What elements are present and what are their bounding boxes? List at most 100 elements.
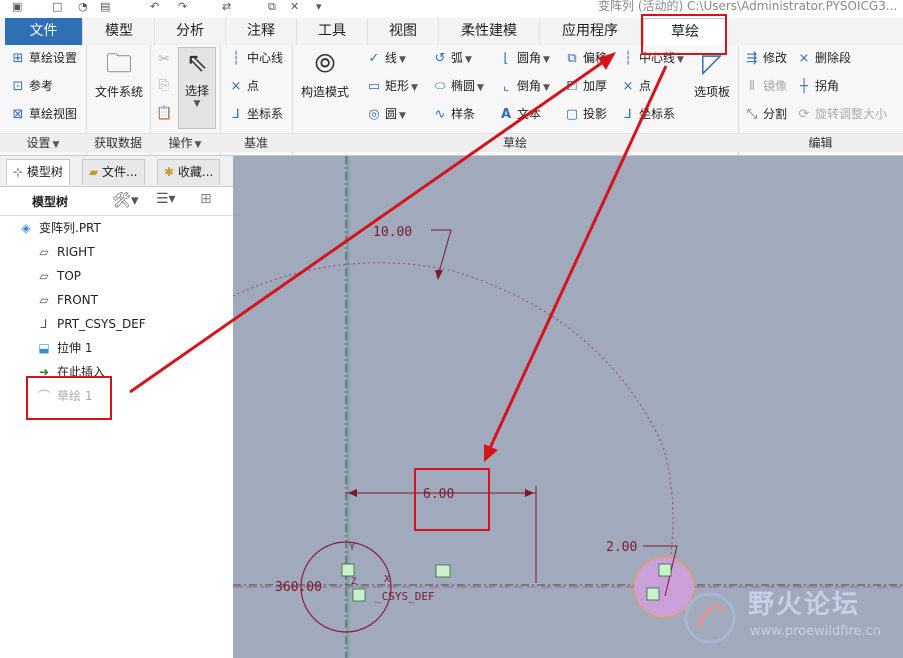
thicken-button[interactable]: ⧠ 加厚	[564, 76, 607, 96]
chamfer-icon: ⌞	[502, 79, 510, 94]
delete-segment-button[interactable]: ⨯ 删除段	[796, 48, 851, 68]
cursor-arrow-icon: ⇖	[186, 48, 208, 78]
modify-button[interactable]: ⇶ 修改	[744, 48, 787, 68]
rectangle-button[interactable]: ▭ 矩形 ▼	[366, 76, 418, 96]
project-icon: ▢	[565, 107, 579, 122]
palette-button[interactable]: ◸ 选项板	[690, 49, 734, 100]
chamfer-button[interactable]: ⌞ 倒角 ▼	[498, 76, 550, 96]
part-icon: ◈	[21, 221, 31, 235]
group-label-sketch: 草绘	[292, 133, 738, 152]
tree-item-top[interactable]: ▱ TOP	[36, 265, 81, 287]
constraint-icon-4[interactable]	[658, 563, 672, 577]
redo-icon[interactable]: ↷	[178, 0, 187, 13]
datum-centerline-button[interactable]: ┆ 中心线	[228, 48, 283, 68]
csys-icon: ⅃	[40, 317, 48, 331]
ribbon-tabs: 文件 模型 分析 注释 工具 视图 柔性建模 应用程序 草绘	[0, 18, 903, 47]
text-button[interactable]: A 文本	[498, 104, 541, 124]
select-button[interactable]: ⇖ 选择 ▼	[178, 47, 216, 129]
tab-tools[interactable]: 工具	[297, 18, 368, 45]
construction-mode-button[interactable]: ⦾ 构造模式	[296, 49, 354, 100]
tree-item-extrude[interactable]: ⬓ 拉伸 1	[36, 337, 92, 359]
sketch-csys-button[interactable]: ⅃ 坐标系	[620, 104, 675, 124]
arc-button[interactable]: ↺ 弧 ▼	[432, 48, 472, 68]
ellipse-icon: ⬭	[434, 79, 446, 94]
regenerate-icon[interactable]: ⇄	[222, 0, 231, 13]
cut-icon[interactable]: ✂	[156, 49, 175, 69]
group-label-operations[interactable]: 操作 ▼	[150, 133, 220, 152]
divide-button[interactable]: ⤡ 分割	[744, 104, 787, 124]
offset-icon: ⧉	[567, 51, 577, 66]
ellipse-button[interactable]: ⬭ 椭圆 ▼	[432, 76, 484, 96]
sketch-setup-icon: ⊞	[12, 51, 24, 66]
highlight-sketch-tab	[641, 14, 727, 55]
title-bar: ▣ □ ◔ ▤ ↶ ↷ ⇄ ⧉ ✕ ▾ 变阵列 (活动的) C:\Users\A…	[0, 0, 903, 19]
new-icon[interactable]: □	[52, 0, 62, 13]
tab-model-tree[interactable]: ⊹ 模型树	[6, 159, 70, 185]
fillet-button[interactable]: ⌊ 圆角 ▼	[498, 48, 549, 68]
file-system-button[interactable]: 🗀 文件系统	[90, 49, 148, 100]
copy-icon[interactable]: ⎘	[156, 75, 175, 95]
tab-applications[interactable]: 应用程序	[540, 18, 641, 45]
circle-button[interactable]: ◎ 圆 ▼	[366, 104, 406, 124]
tab-favorites[interactable]: ✱ 收藏...	[157, 159, 221, 185]
tab-folder-browser[interactable]: ▰ 文件...	[82, 159, 145, 185]
references-button[interactable]: ⊡ 参考	[10, 76, 53, 96]
constraint-icon-2[interactable]	[352, 588, 366, 602]
constraint-icon-5[interactable]	[646, 587, 660, 601]
sketch-point-button[interactable]: × 点	[620, 76, 651, 96]
paste-icon[interactable]: 📋	[156, 103, 175, 123]
csys-label: _CSYS_DEF	[375, 590, 435, 603]
constraint-icon-3[interactable]	[435, 564, 451, 578]
spline-icon: ∿	[434, 107, 446, 122]
tab-annotate[interactable]: 注释	[226, 18, 297, 45]
tab-flexible-modeling[interactable]: 柔性建模	[439, 18, 540, 45]
highlight-sketch-node	[26, 376, 112, 420]
tree-item-part[interactable]: ◈ 变阵列.PRT	[18, 217, 100, 239]
offset-button[interactable]: ⧉ 偏移	[564, 48, 607, 68]
centerline-icon: ┆	[232, 51, 240, 66]
rotate-resize-button[interactable]: ⟳ 旋转调整大小	[796, 104, 887, 124]
dim-radius-10[interactable]: 10.00	[373, 225, 412, 240]
tree-item-csys[interactable]: ⅃ PRT_CSYS_DEF	[36, 313, 146, 335]
group-label-get-data: 获取数据	[86, 133, 150, 152]
fillet-icon: ⌊	[503, 51, 509, 66]
show-list-icon[interactable]: ☰▾	[156, 191, 176, 207]
datum-csys-button[interactable]: ⅃ 坐标系	[228, 104, 283, 124]
mirror-icon: ⫴	[749, 79, 755, 94]
undo-icon[interactable]: ↶	[150, 0, 159, 13]
constraint-icon-1[interactable]	[341, 563, 355, 577]
group-datum: ┆ 中心线 × 点 ⅃ 坐标系 基准	[220, 45, 293, 155]
app-icon: ▣	[12, 0, 23, 13]
tab-file[interactable]: 文件	[5, 18, 83, 45]
thicken-icon: ⧠	[566, 79, 578, 94]
tree-item-right[interactable]: ▱ RIGHT	[36, 241, 94, 263]
plane-icon: ▱	[39, 245, 49, 259]
spline-button[interactable]: ∿ 样条	[432, 104, 475, 124]
tab-analysis[interactable]: 分析	[155, 18, 226, 45]
corner-button[interactable]: ┼ 拐角	[796, 76, 839, 96]
close-window-icon[interactable]: ✕	[290, 0, 299, 13]
mirror-button[interactable]: ⫴ 镜像	[744, 76, 787, 96]
sketch-view-button[interactable]: ⊠ 草绘视图	[10, 104, 77, 124]
dim-radius-2[interactable]: 2.00	[606, 540, 637, 555]
group-operations: ✂ ⎘ 📋 ⇖ 选择 ▼ 操作 ▼	[150, 45, 221, 155]
tab-model[interactable]: 模型	[84, 18, 155, 45]
sketch-setup-button[interactable]: ⊞ 草绘设置	[10, 48, 77, 68]
windows-icon[interactable]: ⧉	[268, 0, 276, 13]
dim-angle-360[interactable]: 360.00	[275, 580, 322, 595]
save-icon[interactable]: ▤	[100, 0, 110, 13]
tab-view[interactable]: 视图	[368, 18, 439, 45]
datum-point-button[interactable]: × 点	[228, 76, 259, 96]
folder-icon: ▰	[89, 165, 103, 179]
customize-icon[interactable]: ▾	[316, 0, 322, 13]
references-icon: ⊡	[12, 79, 24, 94]
settings-tools-icon[interactable]: 🛠▾	[112, 191, 139, 209]
sketch-view-icon: ⊠	[12, 107, 24, 122]
divide-icon: ⤡	[746, 107, 758, 122]
tree-item-front[interactable]: ▱ FRONT	[36, 289, 98, 311]
project-button[interactable]: ▢ 投影	[564, 104, 607, 124]
open-icon[interactable]: ◔	[78, 0, 88, 13]
filter-icon[interactable]: ⊞	[200, 191, 212, 207]
line-button[interactable]: ✓ 线 ▼	[366, 48, 406, 68]
group-label-settings[interactable]: 设置 ▼	[0, 133, 86, 152]
